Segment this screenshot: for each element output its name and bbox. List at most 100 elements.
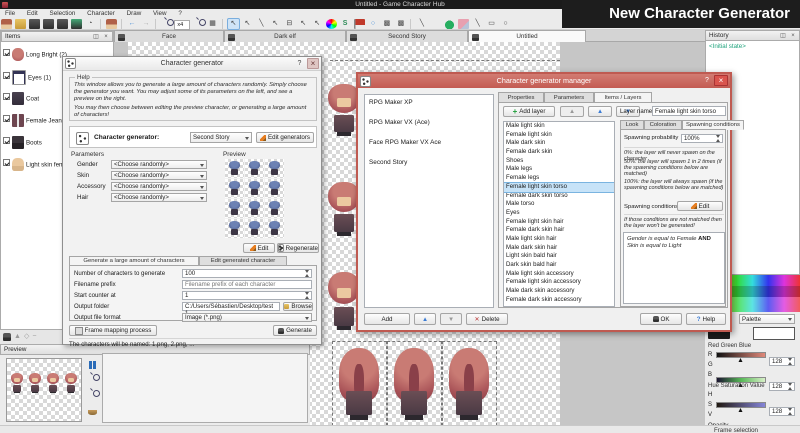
format-combo[interactable]: Image (*.png) bbox=[182, 313, 312, 322]
generator-combo[interactable]: Second Story bbox=[190, 132, 252, 143]
pause-button[interactable] bbox=[86, 358, 99, 371]
tab-untitled[interactable]: Untitled bbox=[468, 30, 586, 42]
rectangle-tool-icon[interactable]: ▭ bbox=[486, 19, 497, 29]
help-button[interactable]: ? Help bbox=[686, 313, 726, 325]
item-checkbox[interactable] bbox=[3, 159, 10, 166]
redo-icon[interactable]: → bbox=[140, 19, 151, 29]
pen-tool-icon[interactable]: ╲ bbox=[256, 19, 267, 29]
grid-icon[interactable]: ▦ bbox=[207, 19, 218, 29]
menu-file[interactable]: File bbox=[0, 9, 20, 18]
frames-box[interactable] bbox=[102, 353, 308, 423]
history-clock-icon[interactable]: ◔ bbox=[85, 19, 96, 29]
export-icon[interactable] bbox=[57, 19, 68, 29]
new-character-icon[interactable] bbox=[1, 19, 12, 29]
layer-name-field[interactable]: Female light skin torso bbox=[652, 106, 726, 116]
layer-item[interactable]: Female dark skin accessory bbox=[504, 296, 614, 305]
zoom-in-icon[interactable] bbox=[193, 19, 204, 29]
remove-item-icon[interactable]: − bbox=[32, 331, 36, 343]
undo-icon[interactable]: ← bbox=[127, 19, 138, 29]
layer-item-selected[interactable]: Female light skin torso bbox=[504, 183, 614, 192]
generator-dialog-titlebar[interactable]: Character generator ? × bbox=[63, 57, 321, 71]
layer-item[interactable]: Male dark skin hair bbox=[504, 244, 614, 253]
ellipse-tool-icon[interactable]: ○ bbox=[500, 19, 511, 29]
param-accessory-combo[interactable]: <Choose randomly> bbox=[111, 182, 207, 191]
history-entry[interactable]: <Initial state> bbox=[709, 43, 796, 50]
layer-item[interactable]: Light skin bald hair bbox=[504, 252, 614, 261]
generator-list[interactable]: RPG Maker XP RPG Maker VX (Ace) Face RPG… bbox=[364, 94, 494, 308]
tab-dark-elf[interactable]: Dark elf bbox=[224, 30, 346, 42]
menu-selection[interactable]: Selection bbox=[45, 9, 81, 18]
r-slider[interactable] bbox=[716, 352, 766, 358]
eraser-tool-icon[interactable] bbox=[458, 19, 469, 29]
layers-list[interactable]: Male light skin Female light skin Male d… bbox=[503, 121, 615, 307]
merge-icon[interactable]: ◇ bbox=[24, 331, 29, 343]
layer-item[interactable]: Female legs bbox=[504, 174, 614, 183]
menu-view[interactable]: View bbox=[148, 9, 172, 18]
move-generator-down-button[interactable]: ▼ bbox=[440, 313, 462, 325]
generator-list-item[interactable]: RPG Maker XP bbox=[365, 99, 493, 119]
pencil-tool-icon[interactable] bbox=[430, 19, 441, 29]
layer-action-button[interactable]: ▲ bbox=[560, 106, 584, 117]
r-value[interactable]: 128 bbox=[769, 357, 795, 366]
cursor-paste-icon[interactable]: ↖ bbox=[312, 19, 323, 29]
prefix-field[interactable] bbox=[182, 280, 312, 289]
item-checkbox[interactable] bbox=[3, 137, 10, 144]
layer-item[interactable]: Male dark skin accessory bbox=[504, 287, 614, 296]
sheet2-icon[interactable]: ▩ bbox=[395, 19, 406, 29]
preview-zoom-in-button[interactable] bbox=[86, 374, 99, 387]
preview-zoom-out-button[interactable] bbox=[86, 390, 99, 403]
save-all-icon[interactable] bbox=[43, 19, 54, 29]
zoom-level-combo[interactable]: x4 bbox=[174, 20, 190, 30]
layer-item[interactable]: Female light skin bbox=[504, 131, 614, 140]
edit-generators-button[interactable]: Edit generators bbox=[256, 132, 314, 143]
generator-list-item[interactable]: Face RPG Maker VX Ace bbox=[365, 139, 493, 159]
layer-item[interactable]: Dark skin bald hair bbox=[504, 261, 614, 270]
item-checkbox[interactable] bbox=[3, 115, 10, 122]
add-item-icon[interactable] bbox=[3, 333, 11, 341]
tab-face[interactable]: Face bbox=[114, 30, 224, 42]
move-up-icon[interactable]: ▲ bbox=[14, 331, 21, 343]
layer-item[interactable]: Male legs bbox=[504, 165, 614, 174]
character-generator-icon[interactable] bbox=[106, 19, 117, 29]
layer-item[interactable]: Female light skin hair bbox=[504, 218, 614, 227]
dialog-help-button[interactable]: ? bbox=[702, 76, 712, 86]
frame-icon[interactable] bbox=[86, 406, 99, 419]
ring-icon[interactable]: ○ bbox=[368, 19, 379, 29]
move-generator-up-button[interactable]: ▲ bbox=[414, 313, 436, 325]
layer-item[interactable]: Male light skin accessory bbox=[504, 270, 614, 279]
open-folder-icon[interactable] bbox=[15, 19, 26, 29]
menu-help[interactable]: ? bbox=[173, 9, 187, 18]
b-value[interactable]: 128 bbox=[769, 407, 795, 416]
close-icon[interactable]: × bbox=[789, 32, 797, 40]
layer-item[interactable]: Shoes bbox=[504, 157, 614, 166]
select-alt-tool-icon[interactable]: ↖ bbox=[242, 19, 253, 29]
ok-button[interactable]: OK bbox=[640, 313, 682, 325]
item-checkbox[interactable] bbox=[3, 72, 10, 79]
param-hair-combo[interactable]: <Choose randomly> bbox=[111, 193, 207, 202]
eyedropper-icon[interactable]: ╲ bbox=[416, 19, 427, 29]
layer-item[interactable]: Male dark skin bbox=[504, 139, 614, 148]
move-selection-icon[interactable]: ↖ bbox=[270, 19, 281, 29]
layer-item[interactable]: Male light skin hair bbox=[504, 235, 614, 244]
dialog-close-button[interactable]: × bbox=[714, 75, 728, 86]
regenerate-button[interactable]: Regenerate bbox=[277, 243, 319, 253]
conditions-box[interactable]: Gender is equal to Female AND Skin is eq… bbox=[623, 232, 725, 304]
output-folder-field[interactable]: C:/Users/Sébastien/Desktop/test 1 bbox=[182, 302, 280, 311]
pin-icon[interactable]: ◫ bbox=[779, 32, 787, 40]
layer-item[interactable]: Female light skin accessory bbox=[504, 278, 614, 287]
g-value[interactable]: 128 bbox=[769, 382, 795, 391]
item-checkbox[interactable] bbox=[3, 93, 10, 100]
menu-edit[interactable]: Edit bbox=[22, 9, 43, 18]
save-icon[interactable] bbox=[29, 19, 40, 29]
manager-dialog-titlebar[interactable]: Character generator manager ? × bbox=[358, 74, 730, 88]
rect-select-icon[interactable]: ⊟ bbox=[284, 19, 295, 29]
frame-mapping-button[interactable]: Frame mapping process bbox=[69, 325, 157, 336]
bucket-tool-icon[interactable] bbox=[444, 19, 455, 29]
cursor-copy-icon[interactable]: ↖ bbox=[298, 19, 309, 29]
move-layer-up-button[interactable]: ▲ bbox=[588, 106, 612, 117]
count-field[interactable]: 100 bbox=[182, 269, 312, 278]
layer-item[interactable]: Male light skin bbox=[504, 122, 614, 131]
layer-item[interactable]: Male torso bbox=[504, 200, 614, 209]
zoom-out-icon[interactable] bbox=[161, 19, 172, 29]
select-tool-icon[interactable]: ↖ bbox=[228, 19, 239, 29]
